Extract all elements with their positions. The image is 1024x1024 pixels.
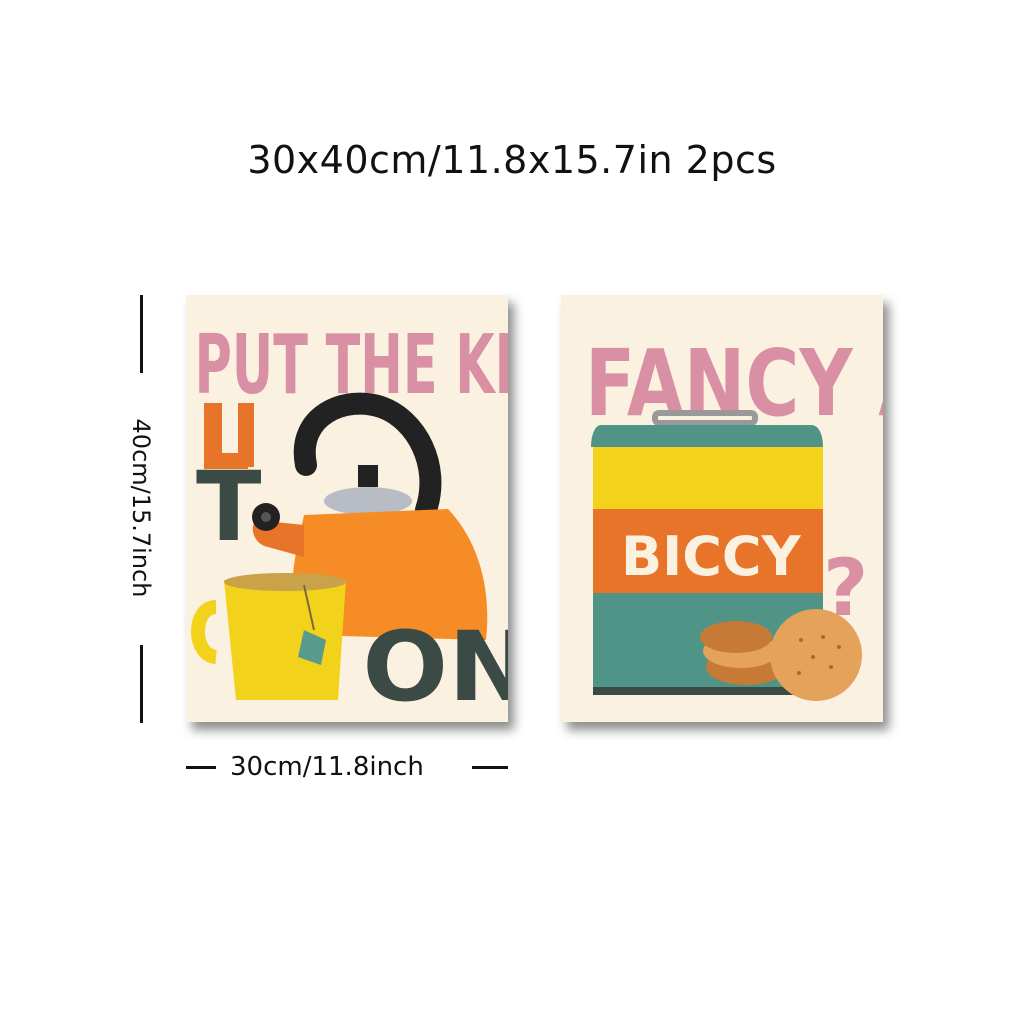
width-dimension-label: 30cm/11.8inch	[230, 752, 424, 782]
width-dimension-right-bar	[472, 766, 508, 769]
poster-fancy-a-biccy: FANCY A BICCY ?	[561, 295, 883, 722]
page-title: 30x40cm/11.8x15.7in 2pcs	[247, 138, 777, 182]
poster-left-artwork: PUT THE KETTLE T ON	[191, 318, 508, 722]
mug-icon	[191, 573, 346, 700]
width-dimension-left-bar	[186, 766, 216, 769]
poster-right-artwork: FANCY A BICCY ?	[585, 330, 883, 701]
poster-left-letter-t: T	[196, 451, 261, 563]
tin-label-biccy: BICCY	[621, 525, 802, 588]
height-dimension-bottom-bar	[140, 645, 143, 723]
height-dimension-label: 40cm/15.7inch	[127, 418, 155, 598]
poster-left-text-on: ON	[362, 612, 508, 722]
poster-put-the-kettle-on: PUT THE KETTLE T ON	[186, 295, 508, 722]
height-dimension-top-bar	[140, 295, 143, 373]
